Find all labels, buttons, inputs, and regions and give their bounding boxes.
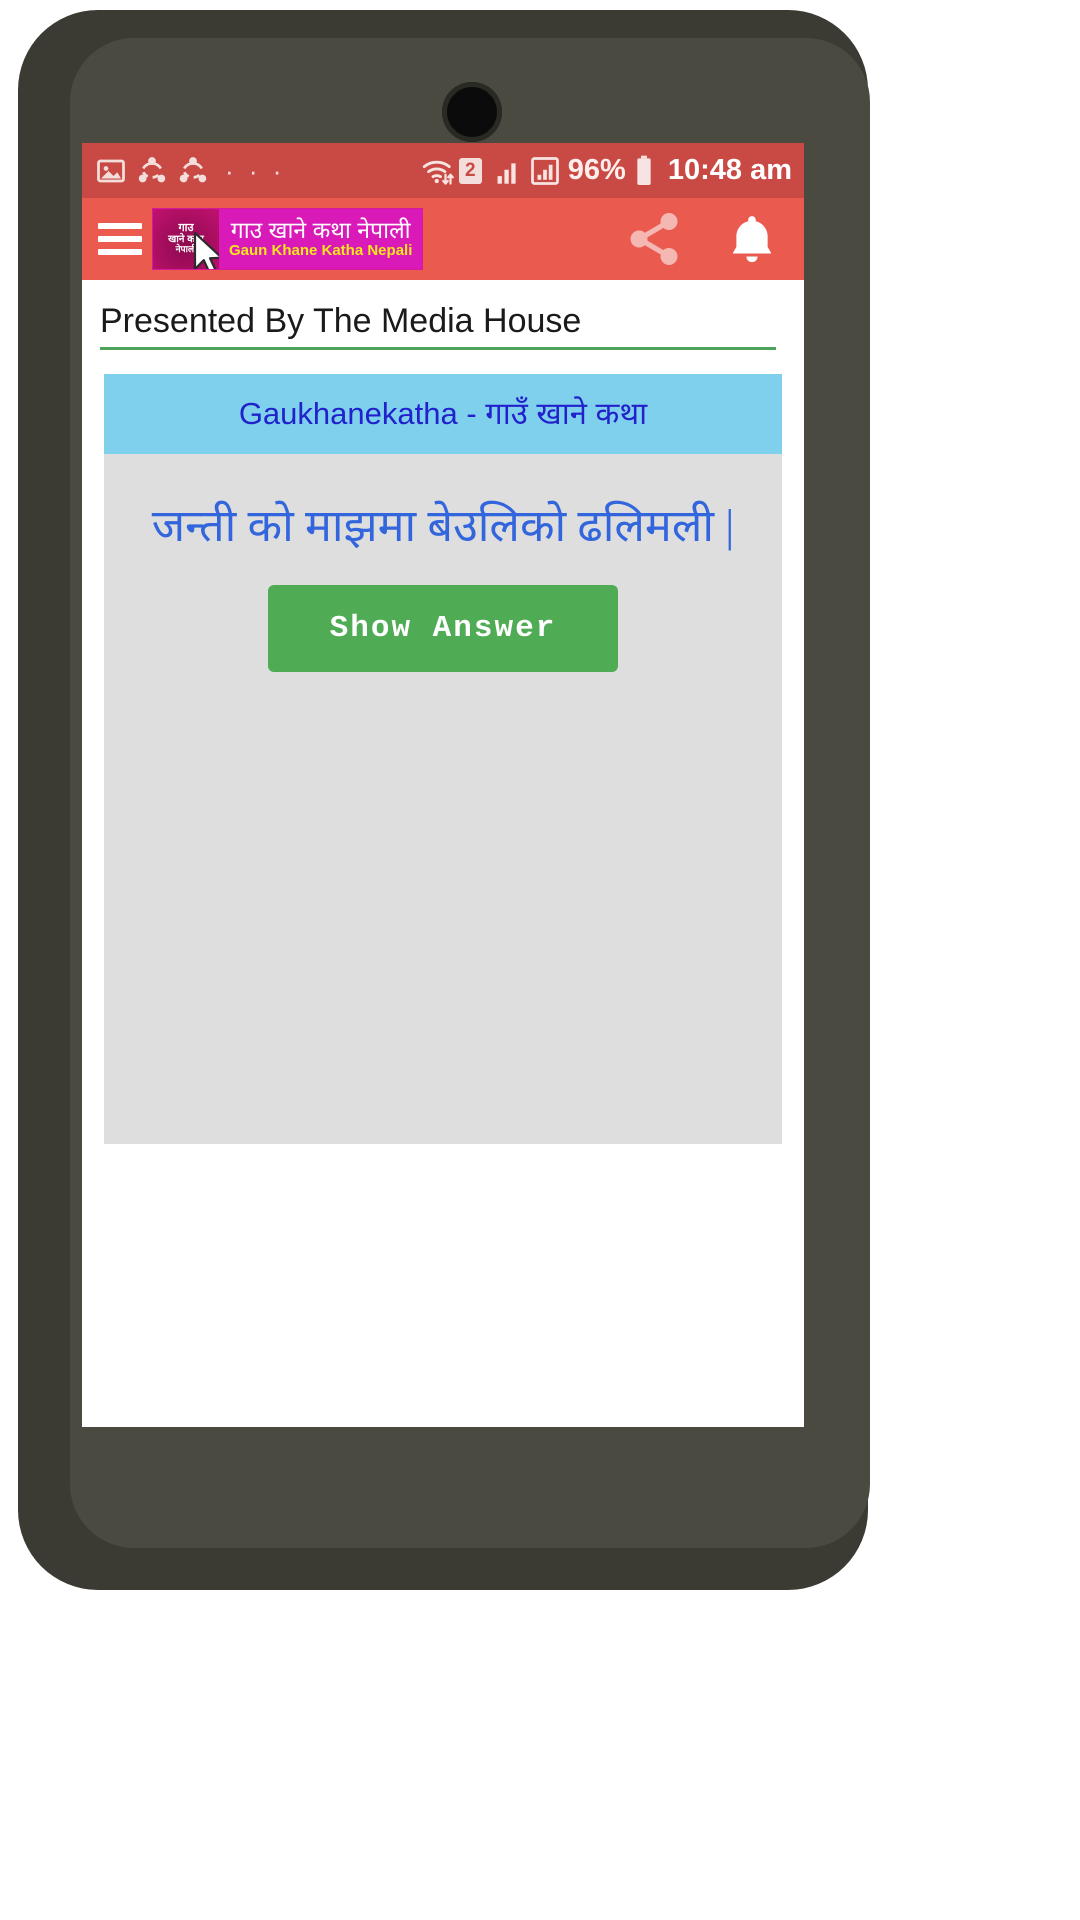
presenter-section: Presented By The Media House xyxy=(82,280,804,360)
presenter-divider xyxy=(100,347,776,350)
hamburger-line xyxy=(98,236,142,242)
presenter-label: Presented By The Media House xyxy=(100,302,582,340)
front-camera-icon xyxy=(442,82,502,142)
bell-icon[interactable] xyxy=(724,210,780,268)
share-nodes-icon xyxy=(138,156,166,182)
app-logo-badge: गाउ खाने कथा नेपाली xyxy=(153,209,219,269)
show-answer-button[interactable]: Show Answer xyxy=(268,585,618,673)
hamburger-line xyxy=(98,223,142,229)
card-body: जन्ती को माझमा बेउलिको ढलिमली | Show Ans… xyxy=(104,454,782,1144)
image-icon xyxy=(97,159,125,182)
hamburger-menu-icon[interactable] xyxy=(98,223,142,255)
wifi-transfer-icon xyxy=(422,160,454,185)
card-header-label: Gaukhanekatha - गाउँ खाने कथा xyxy=(238,396,648,431)
battery-percent-label: 96% xyxy=(567,154,626,186)
card-header: Gaukhanekatha - गाउँ खाने कथा xyxy=(104,374,782,454)
hamburger-line xyxy=(98,249,142,255)
app-title-english: Gaun Khane Katha Nepali xyxy=(229,242,413,260)
app-logo-banner[interactable]: गाउ खाने कथा नेपाली गाउ खाने कथा नेपाली … xyxy=(152,208,424,270)
share-icon[interactable] xyxy=(624,209,684,269)
clock-label: 10:48 am xyxy=(667,154,792,186)
question-text: जन्ती को माझमा बेउलिको ढलिमली | xyxy=(151,501,735,551)
page-content: Presented By The Media House Gaukhanekat… xyxy=(82,280,804,1427)
cursor-pointer-icon xyxy=(193,231,219,269)
sim-badge: 2 xyxy=(458,157,482,184)
status-bar: · · · 2 96% 10:48 am xyxy=(82,143,804,198)
phone-screen: · · · 2 96% 10:48 am गाउ खाने कथा नेपाली… xyxy=(82,143,804,1427)
share-nodes-icon xyxy=(179,156,207,182)
app-logo-text: गाउ खाने कथा नेपाली Gaun Khane Katha Nep… xyxy=(219,209,423,269)
battery-icon xyxy=(637,155,651,185)
page-bottom-spacer xyxy=(82,1144,804,1427)
app-bar-actions xyxy=(624,209,788,269)
katha-card: Gaukhanekatha - गाउँ खाने कथा जन्ती को म… xyxy=(104,374,782,1144)
app-bar: गाउ खाने कथा नेपाली गाउ खाने कथा नेपाली … xyxy=(82,198,804,280)
status-bar-right-icons: 2 96% 10:48 am xyxy=(421,154,792,187)
overflow-dots-icon: · · · xyxy=(225,155,286,186)
app-title-nepali: गाउ खाने कथा नेपाली xyxy=(230,216,411,243)
signal-bars-boxed-icon xyxy=(530,156,559,185)
status-bar-left-icons: · · · xyxy=(96,156,285,186)
signal-bars-icon xyxy=(497,162,516,184)
